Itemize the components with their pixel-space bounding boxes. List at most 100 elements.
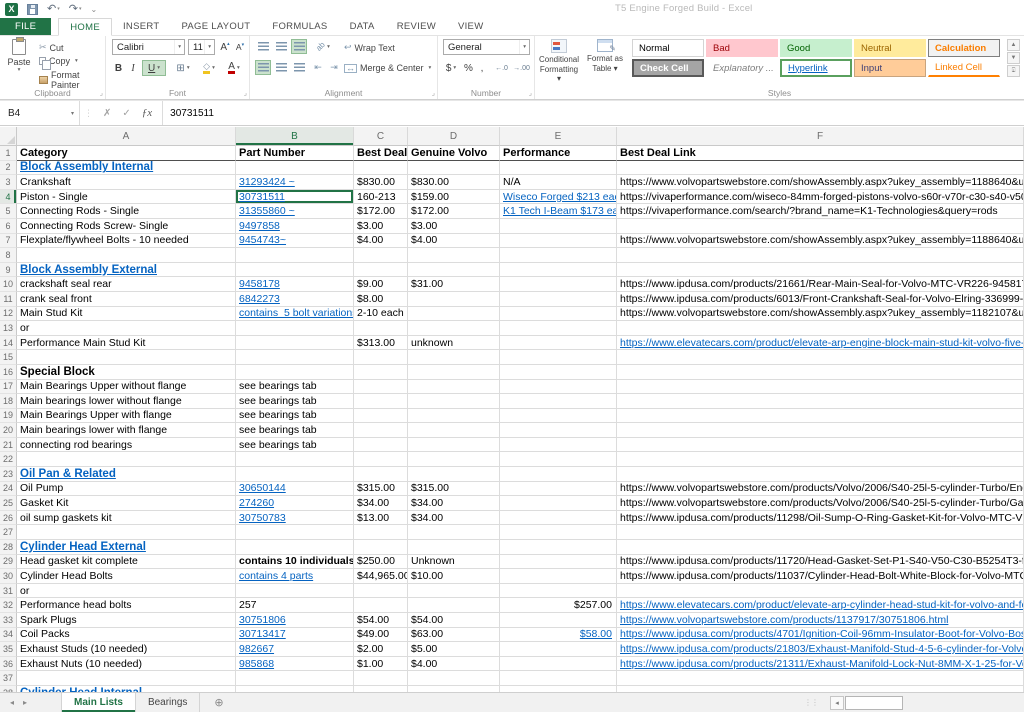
top-align-button[interactable]	[255, 39, 271, 54]
cell-D7[interactable]: $4.00	[408, 234, 500, 249]
cell-D31[interactable]	[408, 584, 500, 599]
customize-quick-access-icon[interactable]: ⌄	[90, 5, 97, 14]
cell-E17[interactable]	[500, 380, 617, 395]
cell-A2[interactable]: Block Assembly Internal	[17, 161, 236, 176]
clipboard-dialog-launcher-icon[interactable]: ⌟	[100, 91, 103, 97]
cell-D32[interactable]	[408, 598, 500, 613]
cell-F18[interactable]	[617, 394, 1024, 409]
cell-A5[interactable]: Connecting Rods - Single	[17, 204, 236, 219]
row-header-27[interactable]: 27	[0, 525, 17, 540]
cell-B16[interactable]	[236, 365, 354, 380]
cell-C22[interactable]	[354, 452, 408, 467]
cell-D22[interactable]	[408, 452, 500, 467]
row-header-30[interactable]: 30	[0, 569, 17, 584]
format-painter-button[interactable]: Format Painter	[39, 70, 105, 90]
cell-F37[interactable]	[617, 671, 1024, 686]
cell-A3[interactable]: Crankshaft	[17, 175, 236, 190]
cell-C31[interactable]	[354, 584, 408, 599]
cell-C2[interactable]	[354, 161, 408, 176]
decrease-indent-icon[interactable]: ⇤	[310, 60, 326, 75]
cell-F36[interactable]: https://www.ipdusa.com/products/21311/Ex…	[617, 657, 1024, 672]
cell-D3[interactable]: $830.00	[408, 175, 500, 190]
cell-E34[interactable]: $58.00	[500, 628, 617, 643]
cell-C29[interactable]: $250.00	[354, 555, 408, 570]
cell-D19[interactable]	[408, 409, 500, 424]
cell-A18[interactable]: Main bearings lower without flange	[17, 394, 236, 409]
cell-A15[interactable]	[17, 350, 236, 365]
cancel-icon[interactable]: ✗	[103, 108, 111, 119]
cell-B37[interactable]	[236, 671, 354, 686]
cell-E12[interactable]	[500, 307, 617, 322]
chevron-down-icon[interactable]: ▾	[174, 40, 184, 54]
cell-style-hyperlink[interactable]: Hyperlink	[780, 59, 852, 77]
cell-F6[interactable]	[617, 219, 1024, 234]
underline-button[interactable]: U▾	[142, 60, 166, 76]
cell-C3[interactable]: $830.00	[354, 175, 408, 190]
sheet-prev-icon[interactable]: ◂	[10, 698, 14, 707]
cell-B21[interactable]: see bearings tab	[236, 438, 354, 453]
cell-A13[interactable]: or	[17, 321, 236, 336]
cell-D9[interactable]	[408, 263, 500, 278]
cell-F21[interactable]	[617, 438, 1024, 453]
cell-F26[interactable]: https://www.ipdusa.com/products/11298/Oi…	[617, 511, 1024, 526]
cell-A23[interactable]: Oil Pan & Related	[17, 467, 236, 482]
cell-A33[interactable]: Spark Plugs	[17, 613, 236, 628]
sheet-tab-bearings[interactable]: Bearings	[136, 693, 200, 712]
format-as-table-button[interactable]: Format as Table ▾	[583, 38, 627, 94]
cell-F8[interactable]	[617, 248, 1024, 263]
cell-C19[interactable]	[354, 409, 408, 424]
paste-dropdown-icon[interactable]: ▾	[4, 67, 34, 73]
cell-B27[interactable]	[236, 525, 354, 540]
comma-format-button[interactable]: ,	[477, 60, 487, 76]
cell-F28[interactable]	[617, 540, 1024, 555]
middle-align-button[interactable]	[273, 39, 289, 54]
cell-F11[interactable]: https://www.ipdusa.com/products/6013/Fro…	[617, 292, 1024, 307]
column-header-F[interactable]: F	[617, 127, 1024, 146]
gallery-more-icon[interactable]: ⍗	[1007, 65, 1020, 77]
cell-B13[interactable]	[236, 321, 354, 336]
cell-D4[interactable]: $159.00	[408, 190, 500, 205]
cell-D1[interactable]: Genuine Volvo	[408, 146, 500, 161]
cell-style-normal[interactable]: Normal	[632, 39, 704, 57]
cell-D11[interactable]	[408, 292, 500, 307]
redo-icon[interactable]: ↷▾	[69, 4, 82, 14]
cell-A12[interactable]: Main Stud Kit	[17, 307, 236, 322]
cell-A29[interactable]: Head gasket kit complete	[17, 555, 236, 570]
cell-D17[interactable]	[408, 380, 500, 395]
cell-B5[interactable]: 31355860 ~	[236, 204, 354, 219]
cell-F9[interactable]	[617, 263, 1024, 278]
cell-B34[interactable]: 30713417	[236, 628, 354, 643]
number-format-combo[interactable]: General▾	[443, 39, 530, 55]
cell-D20[interactable]	[408, 423, 500, 438]
row-header-29[interactable]: 29	[0, 555, 17, 570]
cell-C28[interactable]	[354, 540, 408, 555]
cell-B36[interactable]: 985868	[236, 657, 354, 672]
row-header-37[interactable]: 37	[0, 671, 17, 686]
cell-D13[interactable]	[408, 321, 500, 336]
row-header-5[interactable]: 5	[0, 204, 17, 219]
cell-D34[interactable]: $63.00	[408, 628, 500, 643]
cell-C35[interactable]: $2.00	[354, 642, 408, 657]
cell-C13[interactable]	[354, 321, 408, 336]
cell-A14[interactable]: Performance Main Stud Kit	[17, 336, 236, 351]
ribbon-tab-file[interactable]: FILE	[0, 18, 51, 35]
ribbon-tab-formulas[interactable]: FORMULAS	[261, 18, 338, 35]
italic-button[interactable]: I	[127, 60, 139, 76]
cell-style-linkedcell[interactable]: Linked Cell	[928, 59, 1000, 77]
cell-E6[interactable]	[500, 219, 617, 234]
cell-B10[interactable]: 9458178	[236, 277, 354, 292]
cell-B14[interactable]	[236, 336, 354, 351]
cell-E8[interactable]	[500, 248, 617, 263]
cell-E13[interactable]	[500, 321, 617, 336]
enter-icon[interactable]: ✓	[122, 108, 130, 119]
borders-button[interactable]: ⊞▾	[172, 60, 194, 76]
cell-F33[interactable]: https://www.volvopartswebstore.com/produ…	[617, 613, 1024, 628]
row-header-28[interactable]: 28	[0, 540, 17, 555]
cell-A10[interactable]: crackshaft seal rear	[17, 277, 236, 292]
cell-E31[interactable]	[500, 584, 617, 599]
paste-button[interactable]: Paste ▾	[4, 39, 34, 73]
cell-C24[interactable]: $315.00	[354, 482, 408, 497]
cell-A17[interactable]: Main Bearings Upper without flange	[17, 380, 236, 395]
cell-D35[interactable]: $5.00	[408, 642, 500, 657]
cell-F1[interactable]: Best Deal Link	[617, 146, 1024, 161]
